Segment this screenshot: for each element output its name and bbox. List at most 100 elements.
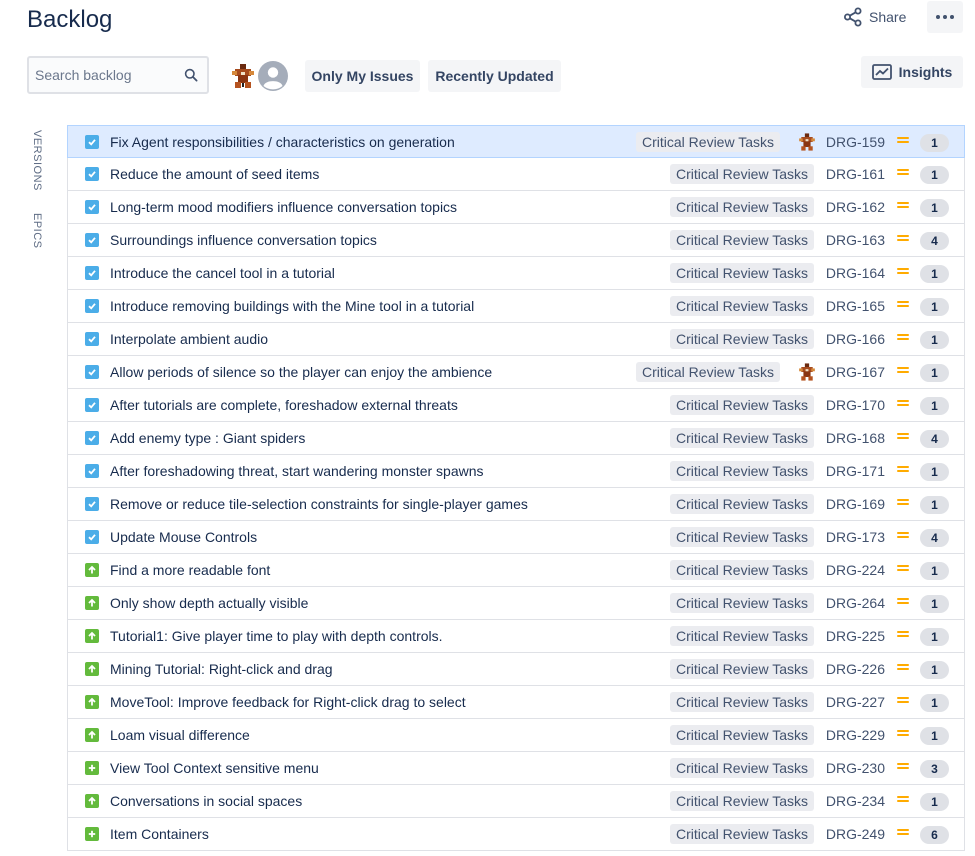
search-input[interactable] xyxy=(29,58,175,92)
epic-label[interactable]: Critical Review Tasks xyxy=(670,692,814,712)
issue-summary[interactable]: Conversations in social spaces xyxy=(110,793,302,809)
issue-row[interactable]: Loam visual difference Critical Review Ta… xyxy=(67,719,965,752)
epic-label[interactable]: Critical Review Tasks xyxy=(670,197,814,217)
issue-summary[interactable]: Only show depth actually visible xyxy=(110,595,308,611)
issue-row[interactable]: Surroundings influence conversation topi… xyxy=(67,224,965,257)
issue-row[interactable]: Long-term mood modifiers influence conve… xyxy=(67,191,965,224)
epic-label[interactable]: Critical Review Tasks xyxy=(670,758,814,778)
issue-row[interactable]: Introduce removing buildings with the Mi… xyxy=(67,290,965,323)
epic-label[interactable]: Critical Review Tasks xyxy=(670,263,814,283)
issue-row[interactable]: Add enemy type : Giant spiders Critical R… xyxy=(67,422,965,455)
issue-key[interactable]: DRG-162 xyxy=(826,199,885,215)
issue-key[interactable]: DRG-167 xyxy=(826,364,885,380)
issue-key[interactable]: DRG-225 xyxy=(826,628,885,644)
epic-label[interactable]: Critical Review Tasks xyxy=(670,593,814,613)
issue-row[interactable]: Introduce the cancel tool in a tutorial C… xyxy=(67,257,965,290)
epics-panel-toggle[interactable]: EPICS xyxy=(31,213,43,249)
issue-key[interactable]: DRG-230 xyxy=(826,760,885,776)
issue-row[interactable]: After tutorials are complete, foreshadow… xyxy=(67,389,965,422)
assignee-avatar[interactable] xyxy=(797,362,817,382)
epic-label[interactable]: Critical Review Tasks xyxy=(670,428,814,448)
issue-key[interactable]: DRG-234 xyxy=(826,793,885,809)
insights-button[interactable]: Insights xyxy=(861,56,963,88)
issue-row[interactable]: Reduce the amount of seed items Critical … xyxy=(67,158,965,191)
only-my-issues-filter[interactable]: Only My Issues xyxy=(305,60,420,92)
more-actions-button[interactable] xyxy=(927,1,963,33)
epic-label[interactable]: Critical Review Tasks xyxy=(670,230,814,250)
issue-key[interactable]: DRG-264 xyxy=(826,595,885,611)
issue-row[interactable]: Remove or reduce tile-selection constrai… xyxy=(67,488,965,521)
unassigned-avatar[interactable] xyxy=(256,59,290,93)
issue-summary[interactable]: Remove or reduce tile-selection constrai… xyxy=(110,496,528,512)
issue-row[interactable]: MoveTool: Improve feedback for Right-cli… xyxy=(67,686,965,719)
issue-summary[interactable]: Loam visual difference xyxy=(110,727,250,743)
issue-row[interactable]: Allow periods of silence so the player c… xyxy=(67,356,965,389)
issue-row[interactable]: Find a more readable font Critical Review… xyxy=(67,554,965,587)
epic-label[interactable]: Critical Review Tasks xyxy=(670,164,814,184)
versions-panel-toggle[interactable]: VERSIONS xyxy=(31,130,43,191)
issue-summary[interactable]: Tutorial1: Give player time to play with… xyxy=(110,628,443,644)
issue-key[interactable]: DRG-229 xyxy=(826,727,885,743)
user-avatar[interactable] xyxy=(229,62,257,90)
share-button[interactable]: Share xyxy=(843,6,906,28)
issue-key[interactable]: DRG-227 xyxy=(826,694,885,710)
epic-label[interactable]: Critical Review Tasks xyxy=(670,395,814,415)
issue-key[interactable]: DRG-163 xyxy=(826,232,885,248)
epic-label[interactable]: Critical Review Tasks xyxy=(670,659,814,679)
issue-row[interactable]: Interpolate ambient audio Critical Review… xyxy=(67,323,965,356)
epic-label[interactable]: Critical Review Tasks xyxy=(636,362,780,382)
epic-label[interactable]: Critical Review Tasks xyxy=(670,329,814,349)
issue-summary[interactable]: Introduce removing buildings with the Mi… xyxy=(110,298,474,314)
issue-summary[interactable]: Update Mouse Controls xyxy=(110,529,257,545)
issue-summary[interactable]: After tutorials are complete, foreshadow… xyxy=(110,397,458,413)
issue-summary[interactable]: Mining Tutorial: Right-click and drag xyxy=(110,661,333,677)
issue-summary[interactable]: Allow periods of silence so the player c… xyxy=(110,364,492,380)
epic-label[interactable]: Critical Review Tasks xyxy=(670,296,814,316)
issue-summary[interactable]: Find a more readable font xyxy=(110,562,270,578)
issue-row[interactable]: Conversations in social spaces Critical R… xyxy=(67,785,965,818)
recently-updated-filter[interactable]: Recently Updated xyxy=(428,60,561,92)
epic-label[interactable]: Critical Review Tasks xyxy=(670,725,814,745)
issue-summary[interactable]: Interpolate ambient audio xyxy=(110,331,268,347)
issue-row[interactable]: Only show depth actually visible Critical… xyxy=(67,587,965,620)
issue-summary[interactable]: Fix Agent responsibilities / characteris… xyxy=(110,134,455,150)
issue-key[interactable]: DRG-164 xyxy=(826,265,885,281)
issue-summary[interactable]: Long-term mood modifiers influence conve… xyxy=(110,199,457,215)
epic-label[interactable]: Critical Review Tasks xyxy=(670,824,814,844)
issue-key[interactable]: DRG-249 xyxy=(826,826,885,842)
issue-summary[interactable]: Introduce the cancel tool in a tutorial xyxy=(110,265,335,281)
assignee-avatar[interactable] xyxy=(797,132,817,152)
issue-row[interactable]: After foreshadowing threat, start wander… xyxy=(67,455,965,488)
issue-key[interactable]: DRG-226 xyxy=(826,661,885,677)
issue-key[interactable]: DRG-166 xyxy=(826,331,885,347)
issue-summary[interactable]: Item Containers xyxy=(110,826,209,842)
issue-summary[interactable]: View Tool Context sensitive menu xyxy=(110,760,319,776)
issue-row[interactable]: Tutorial1: Give player time to play with… xyxy=(67,620,965,653)
epic-label[interactable]: Critical Review Tasks xyxy=(636,132,780,152)
issue-summary[interactable]: MoveTool: Improve feedback for Right-cli… xyxy=(110,694,466,710)
issue-summary[interactable]: Reduce the amount of seed items xyxy=(110,166,319,182)
epic-label[interactable]: Critical Review Tasks xyxy=(670,791,814,811)
issue-key[interactable]: DRG-169 xyxy=(826,496,885,512)
issue-key[interactable]: DRG-159 xyxy=(826,134,885,150)
epic-label[interactable]: Critical Review Tasks xyxy=(670,560,814,580)
issue-summary[interactable]: Add enemy type : Giant spiders xyxy=(110,430,305,446)
issue-key[interactable]: DRG-168 xyxy=(826,430,885,446)
issue-key[interactable]: DRG-165 xyxy=(826,298,885,314)
epic-label[interactable]: Critical Review Tasks xyxy=(670,494,814,514)
issue-summary[interactable]: Surroundings influence conversation topi… xyxy=(110,232,377,248)
issue-key[interactable]: DRG-161 xyxy=(826,166,885,182)
issue-key[interactable]: DRG-170 xyxy=(826,397,885,413)
issue-row[interactable]: Mining Tutorial: Right-click and drag Cri… xyxy=(67,653,965,686)
epic-label[interactable]: Critical Review Tasks xyxy=(670,626,814,646)
search-icon[interactable] xyxy=(184,68,198,82)
issue-key[interactable]: DRG-171 xyxy=(826,463,885,479)
issue-key[interactable]: DRG-224 xyxy=(826,562,885,578)
epic-label[interactable]: Critical Review Tasks xyxy=(670,527,814,547)
issue-summary[interactable]: After foreshadowing threat, start wander… xyxy=(110,463,484,479)
issue-row[interactable]: Update Mouse Controls Critical Review Tas… xyxy=(67,521,965,554)
epic-label[interactable]: Critical Review Tasks xyxy=(670,461,814,481)
issue-row[interactable]: View Tool Context sensitive menu Critical… xyxy=(67,752,965,785)
issue-key[interactable]: DRG-173 xyxy=(826,529,885,545)
issue-row[interactable]: Item Containers Critical Review Tasks DRG-… xyxy=(67,818,965,851)
